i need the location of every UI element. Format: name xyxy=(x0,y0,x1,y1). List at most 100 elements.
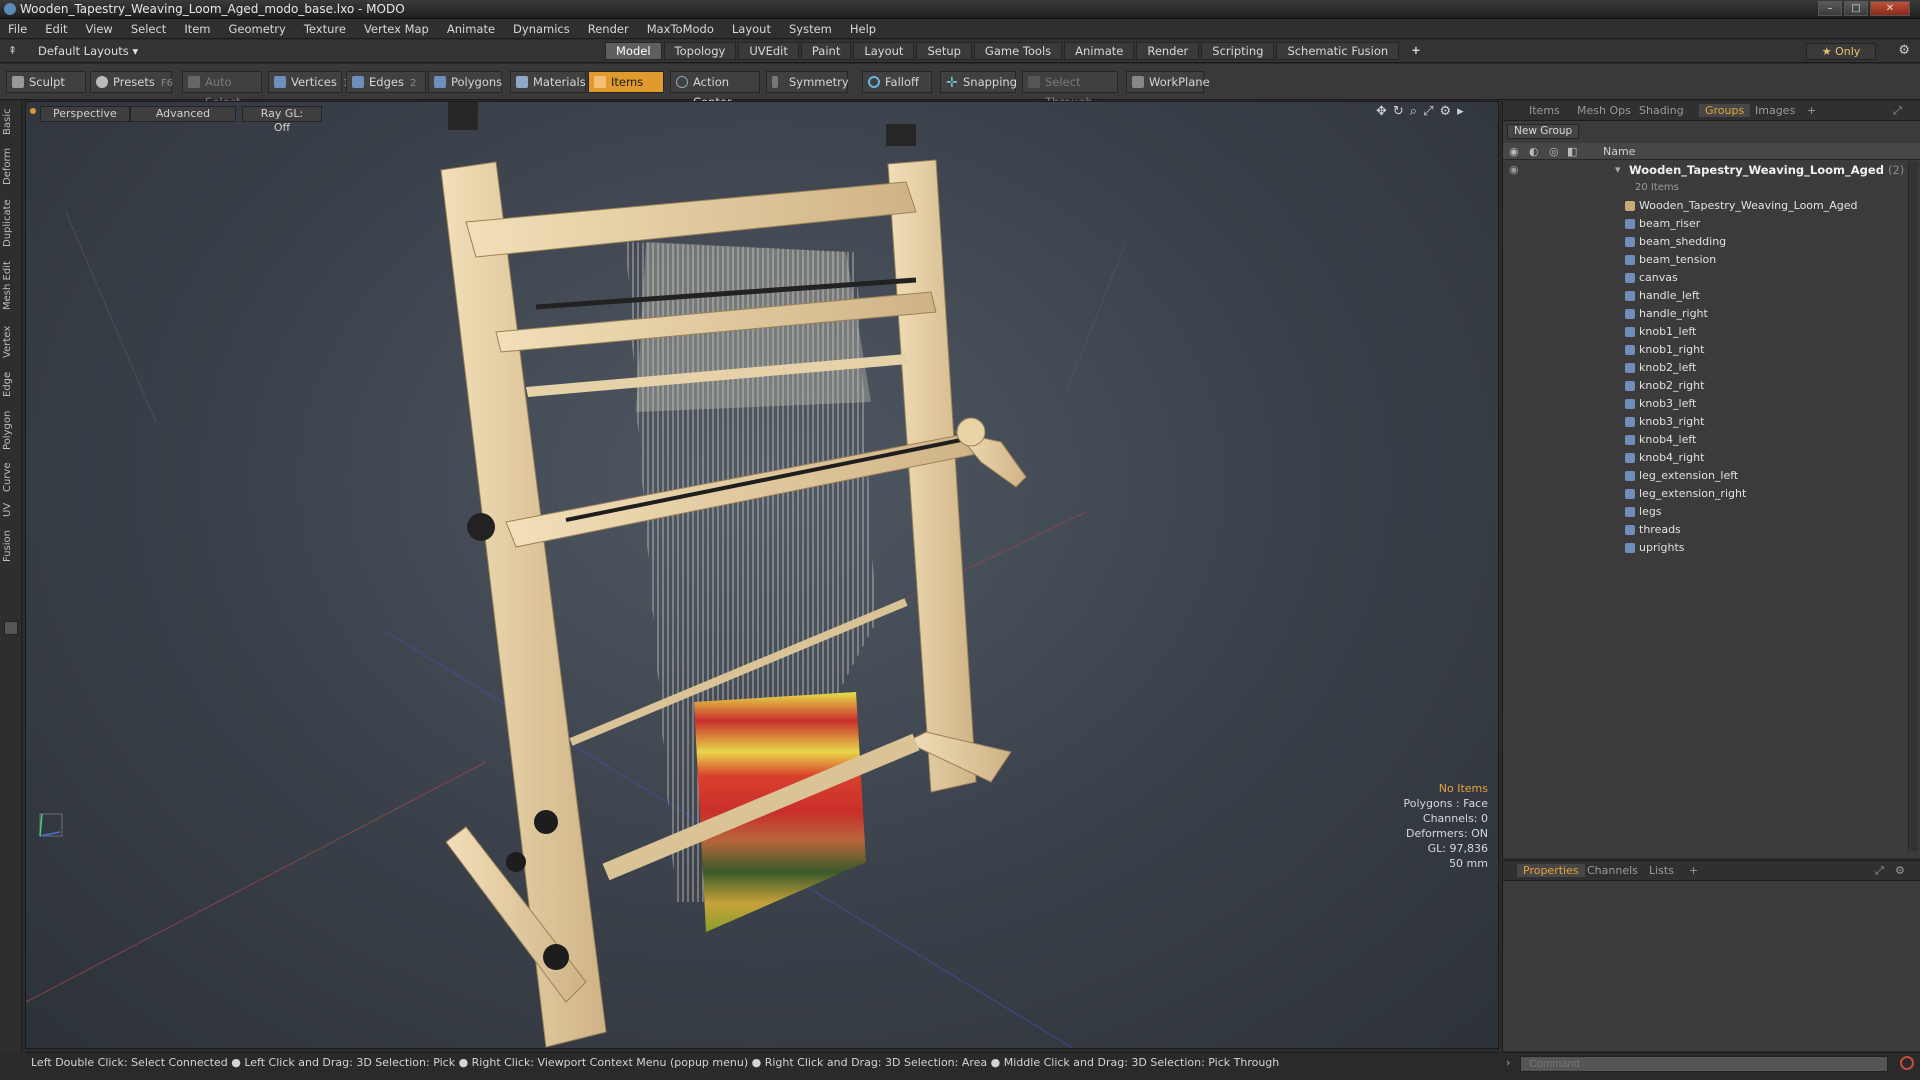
tab-uvedit[interactable]: UVEdit xyxy=(738,42,799,60)
list-item[interactable]: knob3_left xyxy=(1503,395,1907,413)
tab-setup[interactable]: Setup xyxy=(916,42,972,60)
tab-properties[interactable]: Properties xyxy=(1517,864,1585,877)
group-row[interactable]: ◉ ▾ Wooden_Tapestry_Weaving_Loom_Aged (2… xyxy=(1503,161,1907,179)
vtab-polygon[interactable]: Polygon xyxy=(2,405,20,455)
workplane-button[interactable]: WorkPlane xyxy=(1126,71,1210,93)
gear-icon[interactable]: ⚙ xyxy=(1898,43,1910,58)
list-item[interactable]: leg_extension_right xyxy=(1503,485,1907,503)
add-tab-button[interactable]: + xyxy=(1401,42,1431,60)
render-icon[interactable]: ◐ xyxy=(1529,145,1539,158)
add-tab-icon[interactable]: + xyxy=(1689,864,1698,877)
expand-panel-icon[interactable]: ⤢ xyxy=(1893,104,1902,118)
menu-system[interactable]: System xyxy=(789,22,832,36)
list-item[interactable]: handle_right xyxy=(1503,305,1907,323)
group-visibility-eye-icon[interactable]: ◉ xyxy=(1509,161,1519,179)
list-item[interactable]: leg_extension_left xyxy=(1503,467,1907,485)
vtab-curve[interactable]: Curve xyxy=(2,459,20,495)
select-through-button[interactable]: Select Through xyxy=(1022,71,1118,109)
menu-maxtomodo[interactable]: MaxToModo xyxy=(647,22,714,36)
tab-lists[interactable]: Lists xyxy=(1649,864,1674,877)
list-item[interactable]: knob1_left xyxy=(1503,323,1907,341)
maximize-button[interactable]: □ xyxy=(1844,1,1868,16)
tab-schematic-fusion[interactable]: Schematic Fusion xyxy=(1276,42,1400,60)
panel-toggle-icon[interactable] xyxy=(4,621,18,635)
tab-topology[interactable]: Topology xyxy=(663,42,737,60)
vtab-duplicate[interactable]: Duplicate xyxy=(2,195,20,251)
list-item[interactable]: handle_left xyxy=(1503,287,1907,305)
visibility-eye-icon[interactable]: ◉ xyxy=(1509,145,1519,158)
items-button[interactable]: Items xyxy=(588,71,664,93)
auto-select-button[interactable]: Auto Select xyxy=(182,71,262,109)
vtab-mesh-edit[interactable]: Mesh Edit xyxy=(2,257,20,315)
list-item[interactable]: knob2_left xyxy=(1503,359,1907,377)
add-tab-icon[interactable]: + xyxy=(1807,104,1816,117)
menu-help[interactable]: Help xyxy=(850,22,876,36)
tab-render[interactable]: Render xyxy=(1136,42,1200,60)
list-item[interactable]: knob3_right xyxy=(1503,413,1907,431)
list-item[interactable]: knob1_right xyxy=(1503,341,1907,359)
vtab-edge[interactable]: Edge xyxy=(2,367,20,401)
expand-panel-icon[interactable]: ⤢ xyxy=(1875,864,1884,878)
vtab-basic[interactable]: Basic xyxy=(2,105,20,139)
menu-select[interactable]: Select xyxy=(131,22,166,36)
minimize-button[interactable]: – xyxy=(1818,1,1842,16)
vertices-button[interactable]: Vertices1 xyxy=(268,71,349,93)
menu-texture[interactable]: Texture xyxy=(304,22,346,36)
tab-mesh-ops[interactable]: Mesh Ops xyxy=(1577,104,1631,117)
menu-edit[interactable]: Edit xyxy=(45,22,67,36)
sculpt-button[interactable]: Sculpt xyxy=(6,71,86,93)
menu-view[interactable]: View xyxy=(86,22,113,36)
list-item[interactable]: knob2_right xyxy=(1503,377,1907,395)
list-item[interactable]: beam_shedding xyxy=(1503,233,1907,251)
vtab-fusion[interactable]: Fusion xyxy=(2,525,20,567)
list-item[interactable]: beam_tension xyxy=(1503,251,1907,269)
tab-scripting[interactable]: Scripting xyxy=(1201,42,1275,60)
record-icon[interactable] xyxy=(1900,1056,1914,1070)
menu-item[interactable]: Item xyxy=(184,22,210,36)
menu-vertex-map[interactable]: Vertex Map xyxy=(364,22,429,36)
list-item[interactable]: beam_riser xyxy=(1503,215,1907,233)
tab-images[interactable]: Images xyxy=(1755,104,1795,117)
menu-file[interactable]: File xyxy=(8,22,27,36)
edges-button[interactable]: Edges 2 xyxy=(346,71,426,93)
tab-game-tools[interactable]: Game Tools xyxy=(973,42,1063,60)
only-toggle[interactable]: ★ Only xyxy=(1806,43,1876,60)
lock-icon[interactable]: ◎ xyxy=(1549,145,1559,158)
gear-icon[interactable]: ⚙ xyxy=(1895,864,1905,877)
tab-layout[interactable]: Layout xyxy=(853,42,915,60)
menu-render[interactable]: Render xyxy=(588,22,629,36)
materials-button[interactable]: Materials xyxy=(510,71,586,93)
command-input[interactable] xyxy=(1520,1056,1888,1072)
polygons-button[interactable]: Polygons xyxy=(428,71,502,93)
tab-groups[interactable]: Groups xyxy=(1699,104,1751,117)
list-item[interactable]: knob4_left xyxy=(1503,431,1907,449)
select-icon[interactable]: ◧ xyxy=(1567,145,1577,158)
falloff-button[interactable]: Falloff xyxy=(862,71,932,93)
menu-animate[interactable]: Animate xyxy=(447,22,495,36)
name-column-header[interactable]: Name xyxy=(1603,145,1635,158)
snapping-button[interactable]: ✛ Snapping xyxy=(940,71,1017,93)
list-item[interactable]: Wooden_Tapestry_Weaving_Loom_Aged xyxy=(1503,197,1907,215)
layout-selector[interactable]: Default Layouts ▾ xyxy=(38,44,138,58)
vtab-deform[interactable]: Deform xyxy=(2,145,20,187)
tab-model[interactable]: Model xyxy=(605,42,662,60)
list-item[interactable]: threads xyxy=(1503,521,1907,539)
tab-animate[interactable]: Animate xyxy=(1064,42,1135,60)
presets-button[interactable]: Presets F6 xyxy=(90,71,173,93)
vtab-vertex[interactable]: Vertex xyxy=(2,321,20,363)
vtab-uv[interactable]: UV xyxy=(2,499,20,521)
menu-dynamics[interactable]: Dynamics xyxy=(513,22,570,36)
action-center-button[interactable]: Action Center xyxy=(670,71,760,109)
symmetry-button[interactable]: Symmetry xyxy=(766,71,849,93)
collapse-arrow-icon[interactable]: ⇞ xyxy=(8,44,17,57)
menu-layout[interactable]: Layout xyxy=(732,22,771,36)
3d-viewport[interactable]: Perspective Advanced Ray GL: Off ✥↻⌕⤢⚙▸ xyxy=(25,101,1499,1049)
group-list-scrollbar[interactable] xyxy=(1908,161,1918,851)
list-item[interactable]: knob4_right xyxy=(1503,449,1907,467)
new-group-button[interactable]: New Group xyxy=(1507,124,1580,139)
list-item[interactable]: canvas xyxy=(1503,269,1907,287)
close-button[interactable]: ✕ xyxy=(1870,1,1910,16)
menu-geometry[interactable]: Geometry xyxy=(229,22,286,36)
tab-shading[interactable]: Shading xyxy=(1639,104,1684,117)
tab-channels[interactable]: Channels xyxy=(1587,864,1638,877)
